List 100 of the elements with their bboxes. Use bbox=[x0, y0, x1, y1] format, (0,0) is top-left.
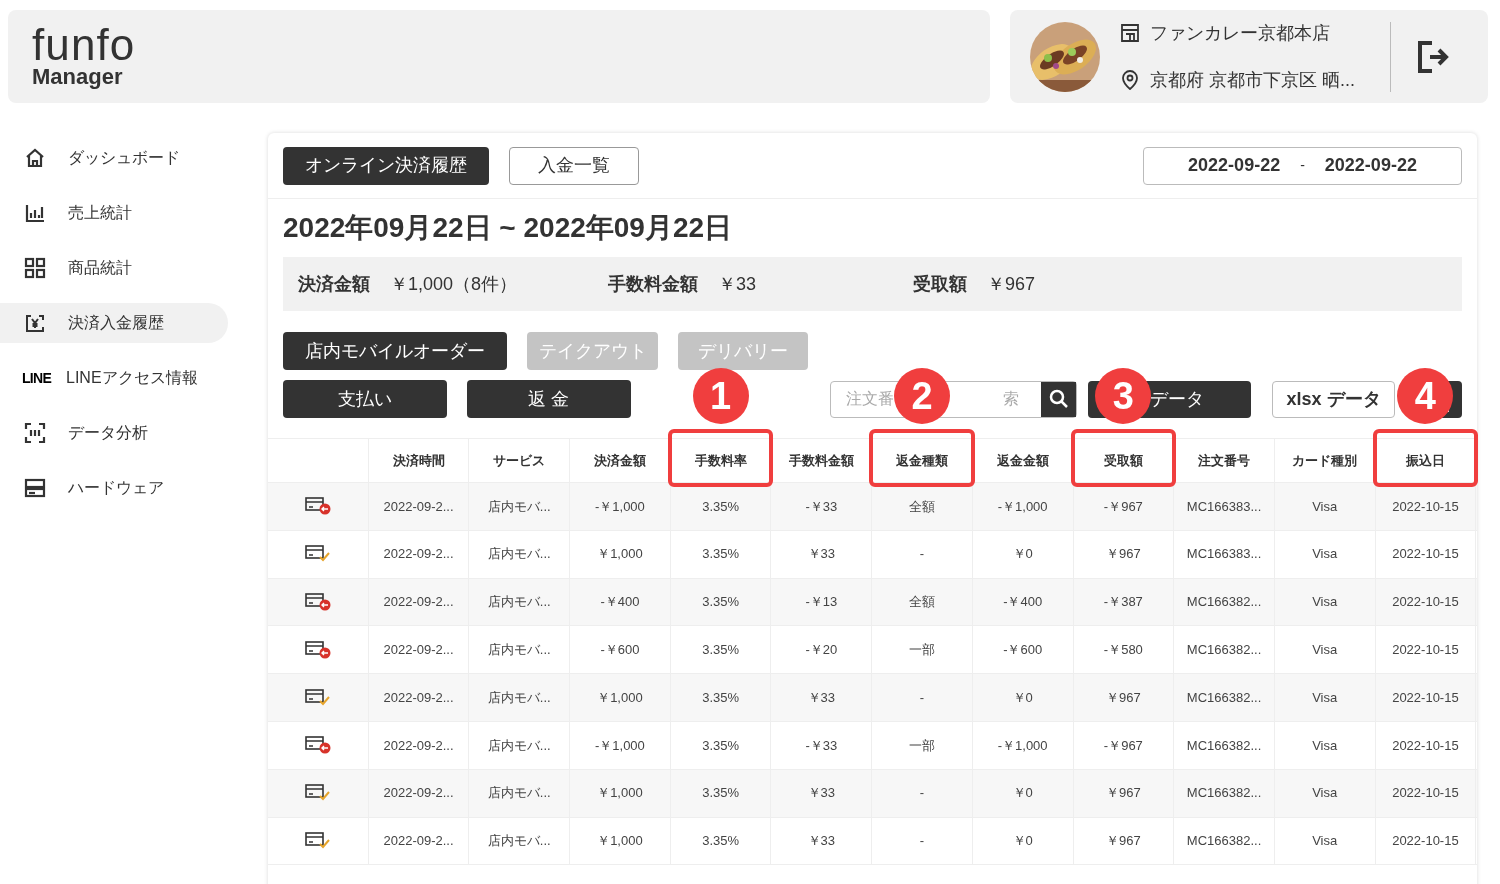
table-cell-text: 3.35% bbox=[702, 736, 740, 755]
table-cell-text: -￥580 bbox=[1103, 641, 1143, 660]
summary-label: 決済金額 bbox=[298, 272, 370, 296]
store-icon bbox=[1120, 23, 1140, 43]
table-cell-text: -￥967 bbox=[1103, 497, 1143, 516]
table-cell-text: 3.35% bbox=[702, 497, 740, 516]
number-callout-tooltip: 4 bbox=[1397, 368, 1454, 424]
table-cell-text: ￥0 bbox=[1012, 688, 1033, 707]
card-check-icon bbox=[304, 831, 331, 850]
xlsx-export-button[interactable]: xlsx データ bbox=[1272, 380, 1395, 418]
scan-frame-icon bbox=[24, 422, 46, 444]
table-cell-text: ￥1,000 bbox=[597, 688, 643, 707]
table-cell-text: 2022-10-15 bbox=[1392, 641, 1459, 660]
summary-value: ￥33 bbox=[718, 272, 757, 296]
table-cell-text: -￥387 bbox=[1103, 593, 1143, 612]
sidebar-item[interactable]: 決済入金履歴 bbox=[0, 303, 228, 343]
table-cell-text: 店内モバ... bbox=[487, 545, 551, 564]
table-cell-text: 2022-10-15 bbox=[1392, 832, 1459, 851]
table-cell-text: - bbox=[919, 784, 925, 803]
table-cell-text: ￥33 bbox=[807, 832, 835, 851]
logo-subtitle: Manager bbox=[32, 64, 123, 89]
table-cell-text: ￥1,000 bbox=[597, 784, 643, 803]
table-cell-text: MC166382... bbox=[1186, 688, 1262, 707]
table-cell-text: MC166382... bbox=[1186, 593, 1262, 612]
sidebar-item[interactable]: LINE LINEアクセス情報 bbox=[0, 358, 228, 398]
column-header: 手数料金額 bbox=[788, 451, 854, 470]
summary-value: ￥1,000（8件） bbox=[390, 272, 518, 296]
yen-exchange-icon bbox=[24, 312, 46, 334]
table-cell-text: 店内モバ... bbox=[487, 688, 551, 707]
table-cell-text: -￥33 bbox=[805, 497, 838, 516]
table-cell-text: -￥600 bbox=[600, 641, 640, 660]
filter-button[interactable]: 支払い bbox=[283, 380, 447, 418]
table-cell-text: ￥967 bbox=[1106, 784, 1141, 803]
table-cell-text: ￥0 bbox=[1012, 832, 1033, 851]
filter-button[interactable]: 返 金 bbox=[467, 380, 631, 418]
table-cell-text: ￥33 bbox=[807, 688, 835, 707]
table-cell-text: 一部 bbox=[908, 736, 935, 755]
filter-button[interactable]: 店内モバイルオーダー bbox=[283, 332, 507, 370]
card-check-icon bbox=[304, 784, 331, 803]
table-cell-text: 3.35% bbox=[702, 688, 740, 707]
number-callout-tooltip: 2 bbox=[893, 368, 950, 424]
table-cell-text: 2022-10-15 bbox=[1392, 784, 1459, 803]
sidebar-item[interactable]: 売上統計 bbox=[0, 193, 228, 233]
column-header: サービス bbox=[493, 451, 546, 470]
table-cell-text: Visa bbox=[1312, 736, 1338, 755]
table-cell-text: -￥400 bbox=[600, 593, 640, 612]
tab[interactable]: オンライン決済履歴 bbox=[283, 146, 489, 185]
table-cell-text: ￥1,000 bbox=[597, 545, 643, 564]
sidebar-item[interactable]: ハードウェア bbox=[0, 468, 228, 508]
table-cell-text: ￥967 bbox=[1106, 545, 1141, 564]
table-cell-text: 3.35% bbox=[702, 545, 740, 564]
table-cell-text: 店内モバ... bbox=[487, 784, 551, 803]
sidebar-item[interactable]: ダッシュボード bbox=[0, 138, 228, 178]
table-cell-text: 店内モバ... bbox=[487, 832, 551, 851]
table-cell-text: 3.35% bbox=[702, 593, 740, 612]
hardware-icon bbox=[24, 477, 46, 499]
table-cell-text: MC166382... bbox=[1186, 832, 1262, 851]
table-cell-text: 2022-10-15 bbox=[1392, 497, 1459, 516]
table-cell-text: 3.35% bbox=[702, 832, 740, 851]
table-cell-text: 2022-09-2... bbox=[383, 497, 454, 516]
store-address: 京都府 京都市下京区 晒... bbox=[1150, 68, 1355, 92]
table-cell-text: 2022-09-2... bbox=[383, 832, 454, 851]
placeholder-text: 索 bbox=[1003, 389, 1019, 409]
table-cell-text: Visa bbox=[1312, 497, 1338, 516]
table-cell-text: Visa bbox=[1312, 784, 1338, 803]
table-cell-text: - bbox=[919, 688, 925, 707]
column-header: 決済時間 bbox=[392, 451, 445, 470]
logout-button[interactable] bbox=[1416, 39, 1450, 74]
sidebar-item[interactable]: データ分析 bbox=[0, 413, 228, 453]
column-header: 返金種類 bbox=[895, 451, 948, 470]
summary-label: 受取額 bbox=[913, 272, 967, 296]
table-cell-text: -￥13 bbox=[805, 593, 838, 612]
card-refund-icon bbox=[304, 497, 331, 516]
table-cell-text: -￥1,000 bbox=[997, 736, 1048, 755]
table-cell-text: Visa bbox=[1312, 688, 1338, 707]
store-name: ファンカレー京都本店 bbox=[1150, 21, 1330, 45]
table-cell-text: 店内モバ... bbox=[487, 497, 551, 516]
table-cell-text: -￥33 bbox=[805, 736, 838, 755]
table-cell-text: MC166382... bbox=[1186, 784, 1262, 803]
tab[interactable]: 入金一覧 bbox=[509, 146, 639, 185]
sidebar-item[interactable]: 商品統計 bbox=[0, 248, 228, 288]
table-cell-text: Visa bbox=[1312, 593, 1338, 612]
column-header: 注文番号 bbox=[1198, 451, 1251, 470]
search-button[interactable] bbox=[1041, 381, 1076, 417]
column-header: 決済金額 bbox=[593, 451, 646, 470]
table-cell-text: 店内モバ... bbox=[487, 736, 551, 755]
logo-wordmark: funfo bbox=[32, 24, 136, 65]
table-cell-text: -￥1,000 bbox=[997, 497, 1048, 516]
table-cell-text: 2022-09-2... bbox=[383, 641, 454, 660]
table-cell-text: ￥967 bbox=[1106, 832, 1141, 851]
table-cell-text: Visa bbox=[1312, 545, 1338, 564]
table-cell-text: -￥20 bbox=[805, 641, 838, 660]
date-range-field[interactable]: 2022-09-22 - 2022-09-22 bbox=[1143, 146, 1462, 185]
table-cell-text: 2022-10-15 bbox=[1392, 545, 1459, 564]
home-icon bbox=[24, 147, 46, 169]
card-check-icon bbox=[304, 688, 331, 707]
table-cell-text: 店内モバ... bbox=[487, 641, 551, 660]
column-header: 返金金額 bbox=[996, 451, 1049, 470]
summary-label: 手数料金額 bbox=[608, 272, 698, 296]
table-cell-text: MC166382... bbox=[1186, 641, 1262, 660]
